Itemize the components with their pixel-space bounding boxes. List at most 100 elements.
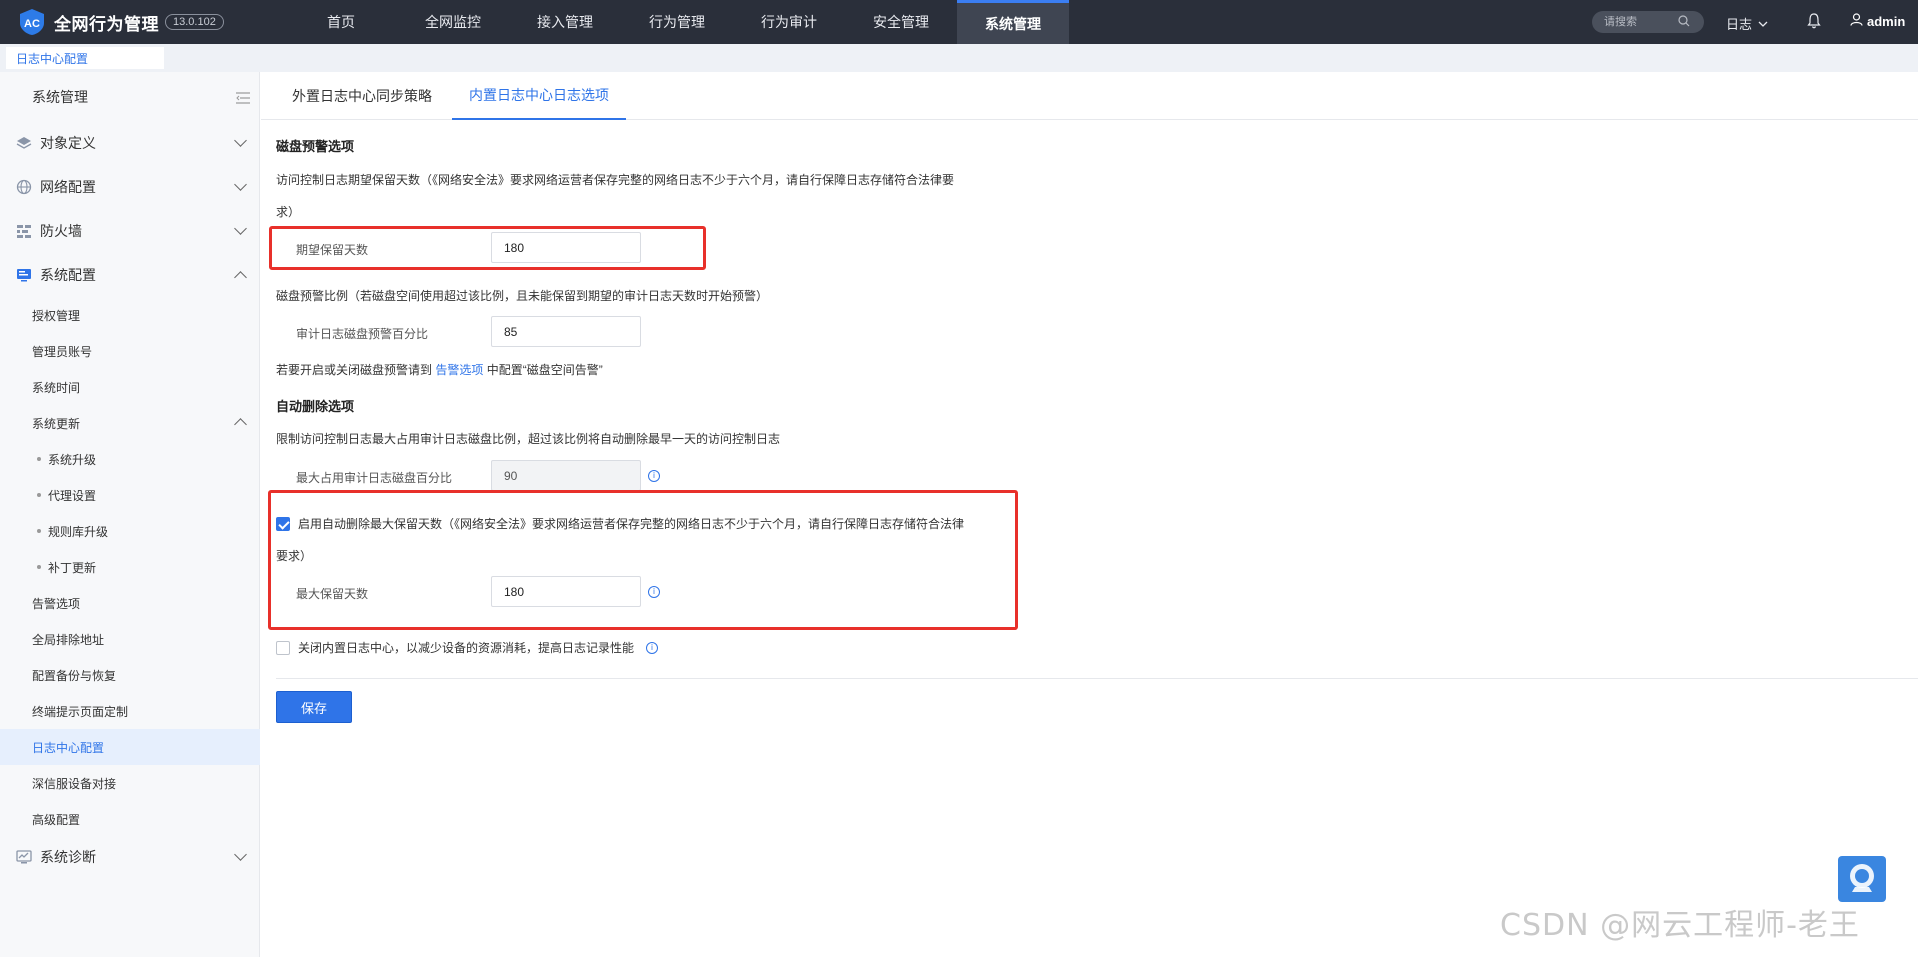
sidebar-item-exclude[interactable]: 全局排除地址	[0, 621, 260, 657]
disk-ratio-desc: 磁盘预警比例（若磁盘空间使用超过该比例，且未能保留到期望的审计日志天数时开始预警…	[276, 289, 769, 303]
ac-logo-icon: AC	[18, 8, 46, 36]
sidebar-item-advanced[interactable]: 高级配置	[0, 801, 260, 837]
system-config-icon	[16, 267, 32, 283]
chevron-down-icon	[1758, 16, 1768, 31]
sidebar-item-upgrade[interactable]: 系统升级	[0, 441, 260, 477]
sidebar-group-firewall[interactable]: 防火墙	[0, 213, 260, 249]
search-input[interactable]	[1604, 16, 1678, 28]
sidebar-item-system-time[interactable]: 系统时间	[0, 369, 260, 405]
brand[interactable]: AC 全网行为管理 13.0.102	[0, 8, 270, 36]
user-menu[interactable]: admin	[1850, 13, 1905, 29]
search-icon[interactable]	[1678, 14, 1690, 30]
sidebar-item-backup[interactable]: 配置备份与恢复	[0, 657, 260, 693]
nav-audit[interactable]: 行为审计	[733, 0, 845, 44]
nav-access[interactable]: 接入管理	[509, 0, 621, 44]
version-badge: 13.0.102	[165, 14, 224, 30]
sidebar-group-label: 系统诊断	[40, 849, 96, 865]
sidebar-item-label: 系统更新	[32, 416, 81, 431]
watermark: CSDN @网云工程师-老王	[1500, 908, 1860, 943]
sidebar-item-patch[interactable]: 补丁更新	[0, 549, 260, 585]
sidebar-group-system[interactable]: 系统配置	[0, 257, 260, 293]
save-button[interactable]: 保存	[276, 691, 352, 723]
sidebar-group-network[interactable]: 网络配置	[0, 169, 260, 205]
chevron-up-icon	[234, 418, 247, 431]
hint-suffix: 中配置“磁盘空间告警”	[486, 363, 603, 377]
enable-auto-delete-label-line2: 要求）	[276, 549, 313, 563]
globe-icon	[16, 179, 32, 195]
retention-desc-line1: 访问控制日志期望保留天数（《网络安全法》要求网络运营者保存完整的网络日志不少于六…	[276, 173, 955, 187]
nav-behavior[interactable]: 行为管理	[621, 0, 733, 44]
svg-text:AC: AC	[24, 18, 40, 30]
app-title: 全网行为管理	[54, 14, 159, 34]
info-icon[interactable]: i	[648, 586, 660, 598]
disable-log-center-label[interactable]: 关闭内置日志中心，以减少设备的资源消耗，提高日志记录性能	[298, 632, 658, 664]
chevron-down-icon	[234, 222, 247, 235]
main-content: 外置日志中心同步策略 内置日志中心日志选项 磁盘预警选项 访问控制日志期望保留天…	[261, 72, 1918, 957]
retention-days-input[interactable]	[491, 232, 641, 263]
nav-home[interactable]: 首页	[285, 0, 397, 44]
sidebar-group-object-def[interactable]: 对象定义	[0, 125, 260, 161]
sidebar-item-rule-upgrade[interactable]: 规则库升级	[0, 513, 260, 549]
sidebar-item-sangfor-dock[interactable]: 深信服设备对接	[0, 765, 260, 801]
sidebar-group-label: 网络配置	[40, 179, 96, 195]
config-tabs: 外置日志中心同步策略 内置日志中心日志选项	[261, 72, 1918, 120]
page-tab-log-center[interactable]: 日志中心配置	[6, 47, 164, 69]
sidebar-group-diagnosis[interactable]: 系统诊断	[0, 839, 260, 875]
firewall-icon	[16, 223, 32, 239]
retention-desc-line2: 求）	[276, 205, 301, 219]
sidebar-item-license[interactable]: 授权管理	[0, 297, 260, 333]
disk-alert-percent-input[interactable]	[491, 316, 641, 347]
sidebar-group-label: 对象定义	[40, 135, 96, 151]
disable-log-center-checkbox[interactable]	[276, 641, 290, 655]
search-box[interactable]	[1592, 11, 1704, 33]
sidebar-item-log-center[interactable]: 日志中心配置	[0, 729, 260, 765]
main-nav: 首页 全网监控 接入管理 行为管理 行为审计 安全管理 系统管理	[285, 0, 1069, 44]
log-menu[interactable]: 日志	[1726, 14, 1768, 33]
auto-delete-title: 自动删除选项	[276, 399, 355, 414]
enable-auto-delete-checkbox[interactable]	[276, 517, 290, 531]
collapse-menu-icon[interactable]	[236, 91, 250, 104]
max-ratio-label: 最大占用审计日志磁盘百分比	[296, 471, 453, 485]
chevron-down-icon	[234, 178, 247, 191]
layers-icon	[16, 135, 32, 151]
sidebar: 系统管理 对象定义 网络配置 防火墙 系统配置 授权管理 管理员账号 系统时间	[0, 72, 260, 957]
limit-desc: 限制访问控制日志最大占用审计日志磁盘比例，超过该比例将自动删除最早一天的访问控制…	[276, 432, 781, 446]
assistant-button[interactable]	[1838, 856, 1886, 902]
tab-internal-log-options[interactable]: 内置日志中心日志选项	[452, 72, 626, 120]
max-days-label: 最大保留天数	[296, 587, 369, 601]
chevron-up-icon	[234, 271, 247, 284]
nav-monitor[interactable]: 全网监控	[397, 0, 509, 44]
hint-prefix: 若要开启或关闭磁盘预警请到	[276, 363, 433, 377]
max-ratio-input	[491, 460, 641, 491]
nav-system[interactable]: 系统管理	[957, 0, 1069, 44]
chevron-down-icon	[234, 134, 247, 147]
form-divider	[276, 678, 1918, 679]
log-menu-label: 日志	[1726, 17, 1753, 32]
retention-days-label: 期望保留天数	[296, 243, 369, 257]
assistant-icon	[1850, 864, 1874, 892]
sidebar-item-system-update[interactable]: 系统更新	[0, 405, 260, 441]
sidebar-title-text: 系统管理	[32, 89, 88, 105]
sidebar-title: 系统管理	[0, 72, 260, 122]
sidebar-item-alert[interactable]: 告警选项	[0, 585, 260, 621]
bell-icon[interactable]	[1805, 12, 1823, 30]
sidebar-item-terminal-page[interactable]: 终端提示页面定制	[0, 693, 260, 729]
page-tab-strip: 日志中心配置	[0, 44, 1918, 72]
disk-alert-hint: 若要开启或关闭磁盘预警请到 告警选项 中配置“磁盘空间告警”	[276, 354, 996, 386]
user-name: admin	[1867, 13, 1906, 29]
max-days-input[interactable]	[491, 576, 641, 607]
user-icon	[1850, 13, 1863, 29]
sidebar-item-admin-account[interactable]: 管理员账号	[0, 333, 260, 369]
enable-auto-delete-label-line1[interactable]: 启用自动删除最大保留天数（《网络安全法》要求网络运营者保存完整的网络日志不少于六…	[298, 508, 1018, 540]
diagnosis-icon	[16, 849, 32, 865]
alert-options-link[interactable]: 告警选项	[435, 363, 483, 377]
tab-external-log-sync[interactable]: 外置日志中心同步策略	[292, 72, 432, 120]
info-icon[interactable]: i	[646, 642, 658, 654]
nav-security[interactable]: 安全管理	[845, 0, 957, 44]
sidebar-group-label: 防火墙	[40, 223, 82, 239]
info-icon[interactable]: i	[648, 470, 660, 482]
sidebar-group-label: 系统配置	[40, 267, 96, 283]
disk-alert-title: 磁盘预警选项	[276, 139, 355, 154]
disk-alert-percent-label: 审计日志磁盘预警百分比	[296, 327, 429, 341]
sidebar-item-proxy[interactable]: 代理设置	[0, 477, 260, 513]
